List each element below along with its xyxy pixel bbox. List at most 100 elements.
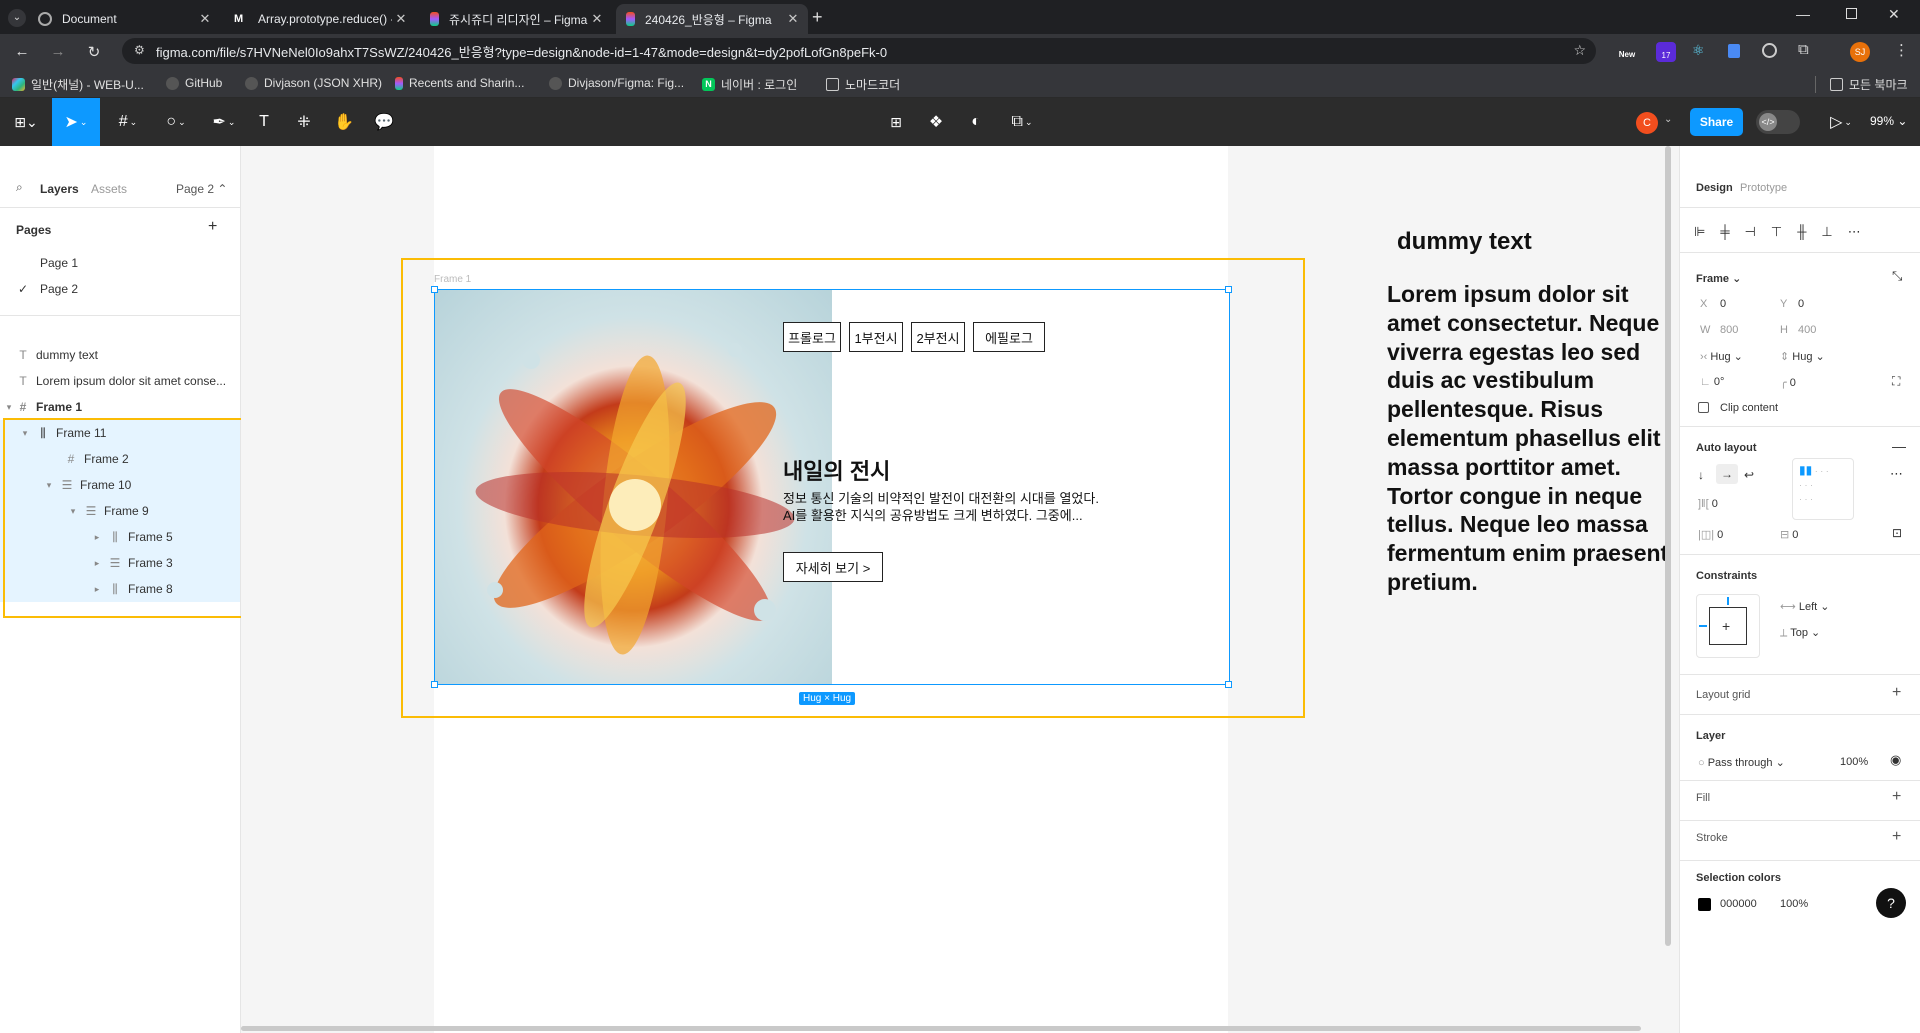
- tab-document[interactable]: Document ✕: [28, 4, 220, 34]
- add-stroke-icon[interactable]: +: [1892, 828, 1901, 846]
- add-fill-icon[interactable]: +: [1892, 788, 1901, 806]
- tab-layers[interactable]: Layers: [40, 182, 79, 196]
- selection-color-opacity[interactable]: 100%: [1780, 898, 1808, 910]
- chrome-menu-icon[interactable]: ⋮: [1894, 41, 1909, 59]
- auto-layout-more-icon[interactable]: ⋯: [1890, 466, 1903, 482]
- frame-tool-icon[interactable]: # ⌄: [112, 110, 144, 134]
- horizontal-padding-field[interactable]: |◫| 0: [1698, 528, 1723, 541]
- tab-search-icon[interactable]: ⌄: [8, 9, 26, 27]
- tab-mdn[interactable]: M Array.prototype.reduce() - Java ✕: [224, 4, 416, 34]
- help-button[interactable]: ?: [1876, 888, 1906, 918]
- move-tool-button[interactable]: ➤ ⌄: [52, 98, 100, 146]
- constraints-widget[interactable]: +: [1696, 594, 1760, 658]
- independent-corners-icon[interactable]: ⛶: [1892, 374, 1900, 389]
- restore-button[interactable]: [1846, 8, 1857, 19]
- remove-auto-layout-icon[interactable]: —: [1892, 438, 1906, 454]
- selection-color-hex[interactable]: 000000: [1720, 898, 1757, 910]
- constraint-horizontal-dropdown[interactable]: ⟷ Left ⌄: [1780, 600, 1829, 613]
- blend-mode-dropdown[interactable]: ○ Pass through ⌄: [1698, 756, 1785, 769]
- text-tool-icon[interactable]: T: [252, 110, 276, 134]
- add-page-icon[interactable]: +: [208, 218, 217, 236]
- chevron-down-icon[interactable]: ⌄: [1664, 114, 1672, 125]
- bookmark-nomadcoder[interactable]: 노마드코더: [826, 76, 900, 93]
- vertical-padding-field[interactable]: ⊟ 0: [1780, 528, 1798, 541]
- tab-figma-redesign[interactable]: 쥬시쥬디 리디자인 – Figma ✕: [420, 4, 612, 34]
- bookmark-divjason-json[interactable]: Divjason (JSON XHR): [245, 76, 382, 90]
- bookmark-figma-recents[interactable]: Recents and Sharin...: [395, 76, 524, 90]
- page-selector[interactable]: Page 2 ⌃: [176, 182, 227, 196]
- dummy-text[interactable]: dummy text: [1397, 228, 1532, 256]
- bookmark-divjason-figma[interactable]: Divjason/Figma: Fig...: [549, 76, 684, 90]
- layer-row[interactable]: T Lorem ipsum dolor sit amet conse...: [0, 368, 240, 394]
- bookmark-naver[interactable]: N 네이버 : 로그인: [702, 76, 797, 93]
- collaborator-avatar[interactable]: C: [1636, 112, 1658, 134]
- close-tab-icon[interactable]: ✕: [588, 11, 606, 27]
- close-tab-icon[interactable]: ✕: [196, 11, 214, 27]
- new-extension-icon[interactable]: New: [1616, 40, 1638, 62]
- w-field[interactable]: 800: [1720, 324, 1738, 336]
- add-layout-grid-icon[interactable]: +: [1892, 684, 1901, 702]
- extensions-puzzle-icon[interactable]: ⧉: [1798, 41, 1809, 58]
- close-tab-icon[interactable]: ✕: [392, 11, 410, 27]
- align-left-icon[interactable]: ⊫: [1694, 224, 1705, 240]
- dev-mode-toggle[interactable]: </>: [1756, 110, 1800, 134]
- layer-row[interactable]: ▾ # Frame 1: [0, 394, 240, 420]
- reload-icon[interactable]: ↻: [84, 43, 104, 61]
- minimize-button[interactable]: —: [1796, 6, 1810, 22]
- align-top-icon[interactable]: ⊤: [1771, 224, 1782, 240]
- radius-field[interactable]: ╭ 0: [1780, 376, 1796, 389]
- x-field[interactable]: 0: [1720, 298, 1726, 310]
- eye-icon[interactable]: ◉: [1890, 752, 1901, 768]
- share-button[interactable]: Share: [1690, 108, 1743, 136]
- bookmark-slack[interactable]: 일반(채널) - WEB-U...: [12, 76, 144, 93]
- search-icon[interactable]: ⌕: [16, 180, 23, 195]
- alignment-grid[interactable]: ▮▮ · · · · · · · · ·: [1792, 458, 1854, 520]
- constraint-vertical-dropdown[interactable]: ⟂ Top ⌄: [1780, 626, 1820, 640]
- direction-horizontal-icon[interactable]: →: [1716, 464, 1738, 484]
- comment-icon[interactable]: 💬: [372, 110, 396, 134]
- boolean-icon[interactable]: ⧉ ⌄: [1004, 110, 1040, 134]
- tab-prototype[interactable]: Prototype: [1740, 182, 1787, 194]
- profile-avatar[interactable]: SJ: [1850, 42, 1870, 62]
- forward-icon[interactable]: →: [48, 43, 68, 60]
- resize-to-fit-icon[interactable]: ⤡: [1892, 268, 1902, 284]
- tab-assets[interactable]: Assets: [91, 182, 127, 196]
- tab-figma-responsive[interactable]: 240426_반응형 – Figma ✕: [616, 4, 808, 34]
- url-input[interactable]: ⚙ figma.com/file/s7HVNeNel0Io9ahxT7SsWZ/…: [122, 38, 1596, 64]
- zoom-level[interactable]: 99% ⌄: [1870, 114, 1907, 128]
- vertical-scrollbar[interactable]: [1665, 146, 1671, 946]
- lorem-text[interactable]: Lorem ipsum dolor sit amet consectetur. …: [1387, 280, 1679, 597]
- page-item[interactable]: Page 1: [0, 250, 240, 276]
- layout-grid-icon[interactable]: ⊞: [884, 110, 908, 134]
- align-middle-v-icon[interactable]: ╫: [1797, 224, 1806, 240]
- close-window-button[interactable]: ✕: [1888, 6, 1900, 23]
- resources-icon[interactable]: ⁜: [292, 110, 316, 134]
- align-bottom-icon[interactable]: ⊥: [1821, 224, 1832, 240]
- align-center-h-icon[interactable]: ╪: [1720, 224, 1729, 240]
- tab-design[interactable]: Design: [1696, 182, 1733, 194]
- mask-icon[interactable]: ◐: [964, 110, 988, 134]
- shape-tool-icon[interactable]: ○ ⌄: [160, 110, 192, 134]
- page-item[interactable]: ✓ Page 2: [0, 276, 240, 302]
- extension-badge-icon[interactable]: 17: [1656, 42, 1676, 62]
- hug-width-dropdown[interactable]: ›‹ Hug ⌄: [1700, 350, 1743, 363]
- h-field[interactable]: 400: [1798, 324, 1816, 336]
- direction-wrap-icon[interactable]: ↩: [1744, 468, 1754, 482]
- layer-opacity[interactable]: 100%: [1840, 756, 1868, 768]
- component-icon[interactable]: ❖: [924, 110, 948, 134]
- distribute-icon[interactable]: ⋯: [1848, 224, 1861, 240]
- horizontal-scrollbar[interactable]: [241, 1026, 1641, 1031]
- frame-type-dropdown[interactable]: Frame ⌄: [1696, 272, 1741, 285]
- bookmark-star-icon[interactable]: ☆: [1573, 42, 1586, 59]
- clip-content-checkbox[interactable]: [1698, 402, 1709, 413]
- layer-row[interactable]: Tdummy text: [0, 342, 240, 368]
- record-icon[interactable]: [1762, 43, 1777, 58]
- canvas[interactable]: Frame 1 프롤로그 1부전시 2부전시 에필로그 내일의 전시 정보 통신…: [241, 146, 1679, 1033]
- rotation-field[interactable]: ∟ 0°: [1700, 376, 1724, 388]
- gap-field[interactable]: ]‖[ 0: [1698, 498, 1718, 510]
- individual-padding-icon[interactable]: ⊡: [1892, 526, 1902, 540]
- present-icon[interactable]: ▷ ⌄: [1826, 110, 1856, 134]
- hug-height-dropdown[interactable]: ⇕ Hug ⌄: [1780, 350, 1825, 363]
- new-tab-button[interactable]: +: [812, 7, 823, 28]
- site-info-icon[interactable]: ⚙: [134, 43, 145, 57]
